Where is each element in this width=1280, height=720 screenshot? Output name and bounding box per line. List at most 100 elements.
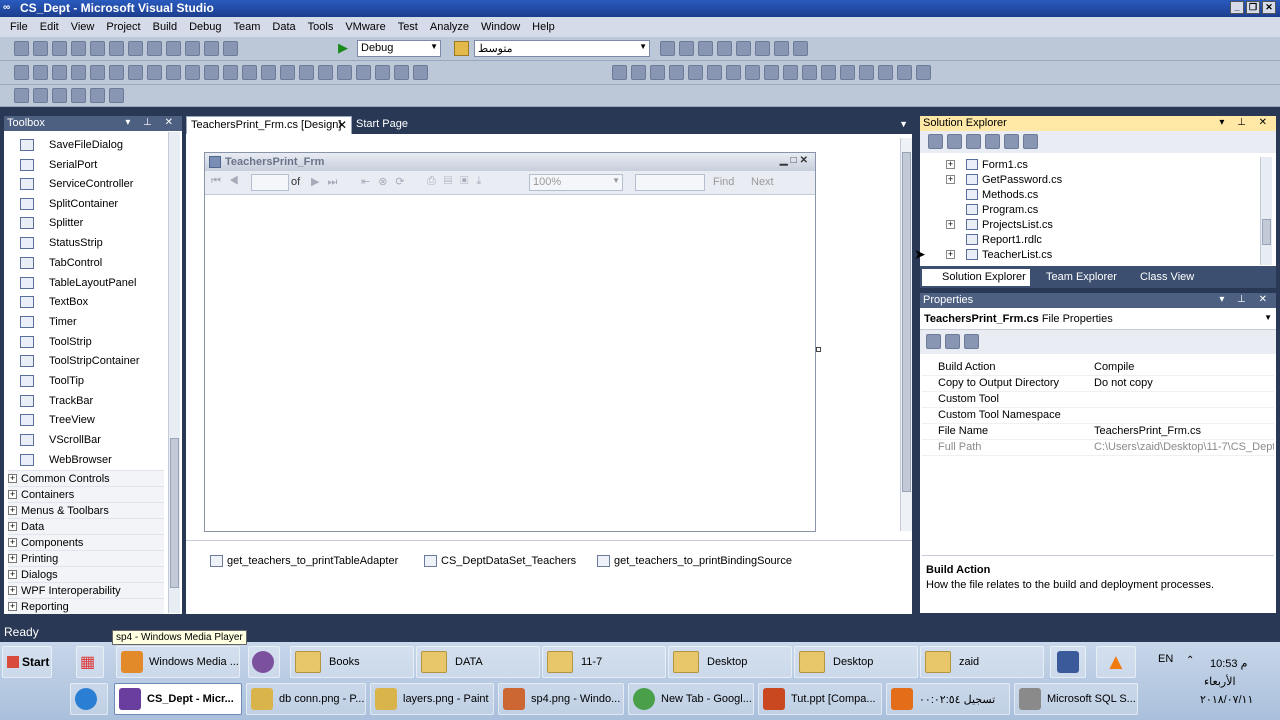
close-tab-icon[interactable]: ✕ — [337, 118, 347, 132]
toolbox-item-webbrowser[interactable]: WebBrowser — [20, 451, 160, 469]
find-button[interactable]: Find — [713, 176, 734, 188]
property-value[interactable]: C:\Users\zaid\Desktop\11-7\CS_Dept\C — [1094, 441, 1274, 453]
menu-edit[interactable]: Edit — [34, 21, 65, 33]
indent-icon[interactable] — [802, 65, 817, 80]
next-page-icon[interactable]: ▶⏭ — [311, 175, 345, 189]
taskbar-books-folder[interactable]: Books — [290, 646, 414, 678]
center-horizontally-icon[interactable] — [337, 65, 352, 80]
tab-teachersprint-design[interactable]: TeachersPrint_Frm.cs [Design] ✕ — [186, 116, 352, 134]
make-same-size-icon[interactable] — [204, 65, 219, 80]
properties-object-select[interactable]: TeachersPrint_Frm.cs File Properties ▼ — [920, 308, 1276, 330]
taskbar-chrome[interactable]: New Tab - Googl... — [628, 683, 754, 715]
find-combo[interactable]: متوسط ▼ — [474, 40, 650, 57]
find-icon[interactable] — [454, 41, 469, 56]
property-row[interactable]: Custom Tool — [922, 392, 1274, 408]
tab-class-view-label[interactable]: Class View — [1124, 271, 1194, 283]
next-bookmark-icon[interactable] — [745, 65, 760, 80]
cut-icon[interactable] — [109, 41, 124, 56]
categorized-icon[interactable] — [926, 334, 941, 349]
zoom-select[interactable]: 100% ▼ — [529, 174, 623, 191]
menu-window[interactable]: Window — [475, 21, 526, 33]
scrollbar-thumb[interactable] — [170, 438, 179, 588]
bring-to-front-icon[interactable] — [375, 65, 390, 80]
bookmark-icon[interactable] — [726, 65, 741, 80]
align-lefts-icon[interactable] — [33, 65, 48, 80]
breakpoint-icon[interactable] — [669, 65, 684, 80]
property-value[interactable]: Do not copy — [1094, 377, 1274, 389]
toolbox-group-dialogs[interactable]: + Dialogs — [8, 566, 164, 582]
close-button[interactable]: ✕ — [1262, 1, 1276, 14]
horizontal-spacing-decrease-icon[interactable] — [261, 65, 276, 80]
file-item[interactable]: Report1.rdlc — [966, 232, 1042, 247]
horizontal-spacing-equal-icon[interactable] — [223, 65, 238, 80]
send-to-back-icon[interactable] — [394, 65, 409, 80]
taskbar-viber[interactable] — [248, 646, 280, 678]
taskbar-data-folder[interactable]: DATA — [416, 646, 540, 678]
scrollbar-thumb[interactable] — [902, 152, 911, 492]
taskbar-desktop-folder-2[interactable]: Desktop — [794, 646, 918, 678]
start-page-icon[interactable] — [736, 41, 751, 56]
taskbar-sql-server[interactable]: Microsoft SQL S... — [1014, 683, 1138, 715]
vertical-spacing-equal-icon[interactable] — [280, 65, 295, 80]
show-hidden-icons-icon[interactable]: ⌃ — [1186, 655, 1194, 666]
tab-solution-explorer-active[interactable]: Solution Explorer — [922, 269, 1030, 286]
tab-start-page[interactable]: Start Page — [352, 116, 412, 134]
quick-info-icon[interactable] — [840, 65, 855, 80]
view-code-icon[interactable] — [985, 134, 1000, 149]
panel-pin-icon[interactable]: ▾ ⊥ ✕ — [1219, 294, 1272, 305]
size-to-grid-icon[interactable] — [166, 65, 181, 80]
menu-view[interactable]: View — [65, 21, 101, 33]
tray-table-adapter[interactable]: get_teachers_to_printTableAdapter — [210, 555, 398, 567]
new-project-icon[interactable] — [14, 41, 29, 56]
expand-icon[interactable]: + — [946, 220, 955, 229]
start-debugging-icon[interactable]: ▶ — [338, 40, 348, 56]
previous-bookmark-icon[interactable] — [764, 65, 779, 80]
property-row[interactable]: File Name TeachersPrint_Frm.cs — [922, 424, 1274, 440]
outdent-icon[interactable] — [821, 65, 836, 80]
property-value[interactable]: TeachersPrint_Frm.cs — [1094, 425, 1274, 437]
scrollbar-thumb[interactable] — [1262, 219, 1271, 245]
show-all-files-icon[interactable] — [947, 134, 962, 149]
align-tops-icon[interactable] — [90, 65, 105, 80]
restore-button[interactable]: ❐ — [1246, 1, 1260, 14]
taskbar-desktop-folder-1[interactable]: Desktop — [668, 646, 792, 678]
clock-date[interactable]: ٢٠١٨/٠٧/١١ — [1200, 693, 1253, 706]
make-same-width-icon[interactable] — [147, 65, 162, 80]
taskbar-powerpoint[interactable]: Tut.ppt [Compa... — [758, 683, 882, 715]
taskbar-ie[interactable] — [70, 683, 108, 715]
property-row[interactable]: Full Path C:\Users\zaid\Desktop\11-7\CS_D… — [922, 440, 1274, 456]
taskbar-recorder[interactable]: تسجيل ٠٠:٠٢:٥٤ — [886, 683, 1010, 715]
form-designer[interactable]: TeachersPrint_Frm ▁□✕ ⏮◀ of ▶⏭ ⇤⊗⟳ ⎙▤▣⤓ … — [204, 152, 816, 532]
uncomment-icon[interactable] — [707, 65, 722, 80]
toolbox-scrollbar[interactable] — [168, 132, 180, 613]
clock-time[interactable]: 10:53 م — [1210, 657, 1247, 670]
extension-manager-icon[interactable] — [755, 41, 770, 56]
more-windows-icon[interactable] — [793, 41, 808, 56]
toolbox-icon[interactable] — [717, 41, 732, 56]
solution-explorer-scrollbar[interactable] — [1260, 157, 1272, 265]
center-vertically-icon[interactable] — [356, 65, 371, 80]
toolbox-group-menus-toolbars[interactable]: + Menus & Toolbars — [8, 502, 164, 518]
file-item[interactable]: Methods.cs — [966, 187, 1038, 202]
document-list-icon[interactable]: ▼ — [899, 119, 908, 129]
file-item[interactable]: Program.cs — [966, 202, 1038, 217]
toolbox-item-statusstrip[interactable]: StatusStrip — [20, 234, 160, 252]
back-stop-refresh-icon[interactable]: ⇤⊗⟳ — [361, 175, 413, 188]
toolbar-options-icon[interactable] — [916, 65, 931, 80]
taskbar-media-player[interactable]: Windows Media ... — [116, 646, 240, 678]
menu-debug[interactable]: Debug — [183, 21, 227, 33]
step-out-icon[interactable] — [650, 65, 665, 80]
menu-data[interactable]: Data — [266, 21, 301, 33]
refresh-icon[interactable] — [966, 134, 981, 149]
solution-configuration-select[interactable]: Debug ▼ — [357, 40, 441, 57]
navigate-back-icon[interactable] — [204, 41, 219, 56]
vertical-spacing-decrease-icon[interactable] — [318, 65, 333, 80]
taskbar-paint-layers[interactable]: layers.png - Paint — [370, 683, 494, 715]
language-indicator[interactable]: EN — [1158, 653, 1173, 665]
expand-icon[interactable]: + — [946, 175, 955, 184]
word-completion-icon[interactable] — [878, 65, 893, 80]
taskbar-paint-db-conn[interactable]: db conn.png - P... — [246, 683, 366, 715]
toolbox-group-containers[interactable]: + Containers — [8, 486, 164, 502]
minimize-button[interactable]: _ — [1230, 1, 1244, 14]
find-text-input[interactable] — [635, 174, 705, 191]
